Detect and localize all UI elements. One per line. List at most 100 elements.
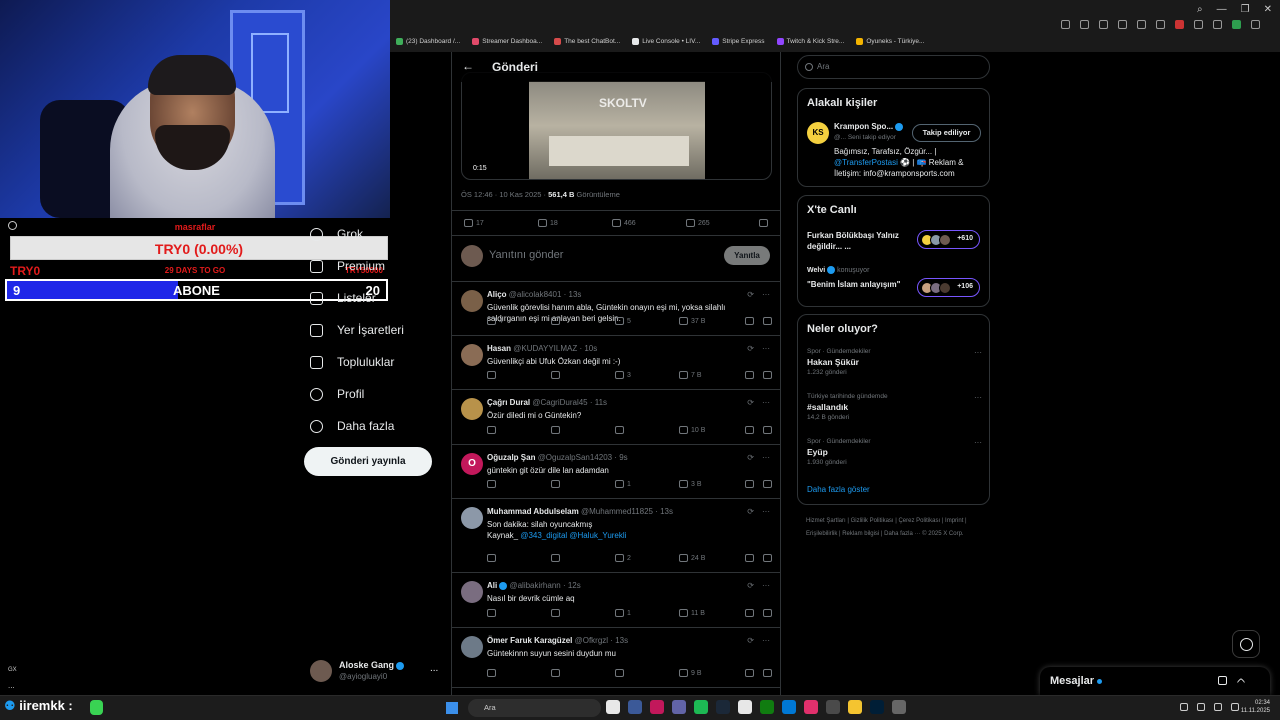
taskbar-app-icon[interactable] [650,700,664,714]
profile-icon[interactable] [1232,20,1241,29]
sidebar-item-grok[interactable]: Grok [310,218,450,250]
live-space-listeners[interactable]: +106 [917,278,980,297]
reply-post[interactable]: Ali @alibakirhann · 12s ⟳ ··· Nasıl bir d… [452,573,780,628]
avatar[interactable] [461,290,483,312]
reply-button[interactable] [487,426,499,434]
taskbar-search[interactable]: Ara [468,699,601,717]
repost-button[interactable]: 18 [538,219,558,227]
taskbar-app-icon[interactable] [848,700,862,714]
like-button[interactable] [615,426,627,434]
chevron-up-icon[interactable] [1236,677,1246,687]
grok-icon[interactable]: ⟳ [747,636,754,645]
grok-icon[interactable]: ⟳ [747,453,754,462]
share-button[interactable] [763,480,772,488]
grok-icon[interactable]: ⟳ [747,344,754,353]
maximize-icon[interactable]: ❐ [1241,4,1250,15]
more-icon[interactable]: ··· [762,581,770,590]
taskbar-app-icon[interactable] [870,700,884,714]
bookmark-button[interactable]: 265 [686,219,710,227]
reply-button[interactable] [487,609,499,617]
more-icon[interactable]: ··· [762,344,770,353]
grok-icon[interactable]: ⟳ [747,398,754,407]
bookmark-item[interactable]: Oyuneks - Türkiye... [856,38,924,45]
reply-button[interactable]: 17 [464,219,484,227]
taskbar-app-icon[interactable] [672,700,686,714]
reply-button[interactable] [487,554,499,562]
puzzle-icon[interactable] [1213,20,1222,29]
bookmark-button[interactable] [745,317,754,325]
grok-icon[interactable]: ⟳ [747,581,754,590]
taskbar-app-icon[interactable] [760,700,774,714]
taskbar-app-icon[interactable] [804,700,818,714]
like-button[interactable]: 1 [615,480,631,488]
reply-post[interactable]: Çağrı Dural @CagriDural45 · 11s ⟳ ··· Özü… [452,390,780,445]
menu-icon[interactable] [1251,20,1260,29]
share-button[interactable] [763,554,772,562]
sidebar-item-bookmark[interactable]: Yer İşaretleri [310,314,450,346]
repost-button[interactable] [551,669,560,677]
avatar[interactable] [461,636,483,658]
taskbar-app-icon[interactable] [694,700,708,714]
bookmark-icon[interactable] [1137,20,1146,29]
following-button[interactable]: Takip ediliyor [912,124,981,142]
more-icon[interactable]: ··· [974,348,982,357]
grok-icon[interactable]: ⟳ [747,507,754,516]
search-input[interactable]: Ara [797,55,990,79]
views-button[interactable]: 10 B [679,426,705,434]
reply-author[interactable]: Oğuzalp Şan @OguzalpSan14203 · 9s [487,453,628,462]
repost-button[interactable] [551,554,560,562]
avatar[interactable] [461,344,483,366]
footer-links[interactable]: Hizmet Şartları | Gizlilik Politikası | … [806,515,986,541]
more-icon[interactable]: ··· [974,438,982,447]
share-button[interactable] [759,219,768,227]
account-switcher[interactable]: Aloske Gang @ayiogluayi0 ... [310,658,450,686]
reply-button[interactable]: 4 [487,317,503,325]
sidebar-item-profile[interactable]: Profil [310,378,450,410]
repost-button[interactable] [551,609,560,617]
avatar[interactable]: KS [807,122,829,144]
close-icon[interactable]: ✕ [1264,4,1272,15]
repost-button[interactable] [551,317,560,325]
sidebar-item-x[interactable]: Premium [310,250,450,282]
sidebar-item-communities[interactable]: Topluluklar [310,346,450,378]
more-icon[interactable]: ··· [974,393,982,402]
bookmark-item[interactable]: (23) Dashboard /... [396,38,460,45]
share-button[interactable] [763,371,772,379]
bookmark-button[interactable] [745,669,754,677]
post-button[interactable]: Gönderi yayınla [304,447,432,476]
taskbar-app-icon[interactable] [892,700,906,714]
taskbar-app-icon[interactable] [782,700,796,714]
repost-button[interactable] [551,426,560,434]
more-icon[interactable]: ··· [762,290,770,299]
shield-icon[interactable] [1118,20,1127,29]
taskbar-app-icon[interactable] [606,700,620,714]
related-name[interactable]: Krampon Spo... [834,122,904,131]
bookmark-item[interactable]: Stripe Express [712,38,765,45]
more-icon[interactable]: ··· [762,398,770,407]
video-player[interactable]: SKOLTV 0:15 [461,72,772,180]
like-button[interactable]: 466 [612,219,636,227]
volume-icon[interactable] [1231,703,1239,711]
avatar[interactable] [461,507,483,529]
avatar[interactable] [461,398,483,420]
like-button[interactable]: 2 [615,554,631,562]
mic-icon[interactable] [1197,703,1205,711]
views-button[interactable]: 7 B [679,371,702,379]
network-icon[interactable] [1214,703,1222,711]
like-button[interactable] [615,669,627,677]
taskbar-app-icon[interactable] [628,700,642,714]
reply-post[interactable]: Aliço @alicolak8401 · 13s ⟳ ··· Güvenlik … [452,282,780,336]
reply-author[interactable]: Hasan @KUDAYYILMAZ · 10s [487,344,597,353]
search-icon[interactable]: ⌕ [1197,4,1203,15]
download-icon[interactable] [1194,20,1203,29]
more-icon[interactable]: ··· [762,453,770,462]
taskbar-app-icon[interactable] [738,700,752,714]
messages-drawer[interactable]: Mesajlar [1040,667,1270,695]
live-space-title[interactable]: Furkan Bölükbaşı Yalnız değildir... ... [807,230,912,252]
trend-item[interactable]: Türkiye tarihinde gündemde #sallandık 14… [807,393,982,421]
reply-input[interactable]: Yanıtını gönder [489,249,563,261]
like-button[interactable]: 3 [615,371,631,379]
share-button[interactable] [763,609,772,617]
taskbar-app-icon[interactable] [826,700,840,714]
screenshot-icon[interactable] [1099,20,1108,29]
